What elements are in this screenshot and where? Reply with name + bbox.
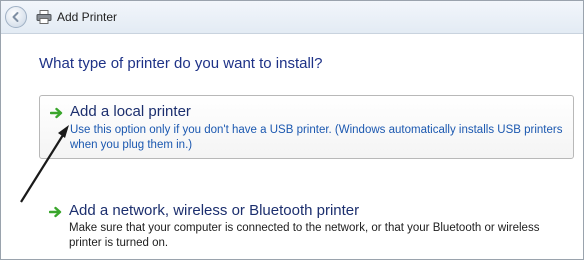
title-bar: Add Printer	[1, 1, 583, 34]
option-title: Add a network, wireless or Bluetooth pri…	[69, 202, 360, 219]
printer-icon	[36, 10, 52, 24]
green-arrow-icon	[50, 107, 63, 119]
window-title: Add Printer	[57, 10, 118, 24]
option-description: Use this option only if you don't have a…	[70, 124, 563, 151]
page-heading: What type of printer do you want to inst…	[39, 55, 323, 72]
green-arrow-icon	[49, 206, 62, 218]
option-title: Add a local printer	[70, 103, 191, 120]
option-description: Make sure that your computer is connecte…	[69, 222, 540, 249]
add-network-printer-option[interactable]: Add a network, wireless or Bluetooth pri…	[39, 197, 574, 253]
back-arrow-icon	[12, 12, 19, 22]
back-button[interactable]	[5, 6, 27, 28]
add-printer-window: Add Printer What type of printer do you …	[0, 0, 584, 260]
add-local-printer-option[interactable]: Add a local printer Use this option only…	[39, 95, 574, 159]
